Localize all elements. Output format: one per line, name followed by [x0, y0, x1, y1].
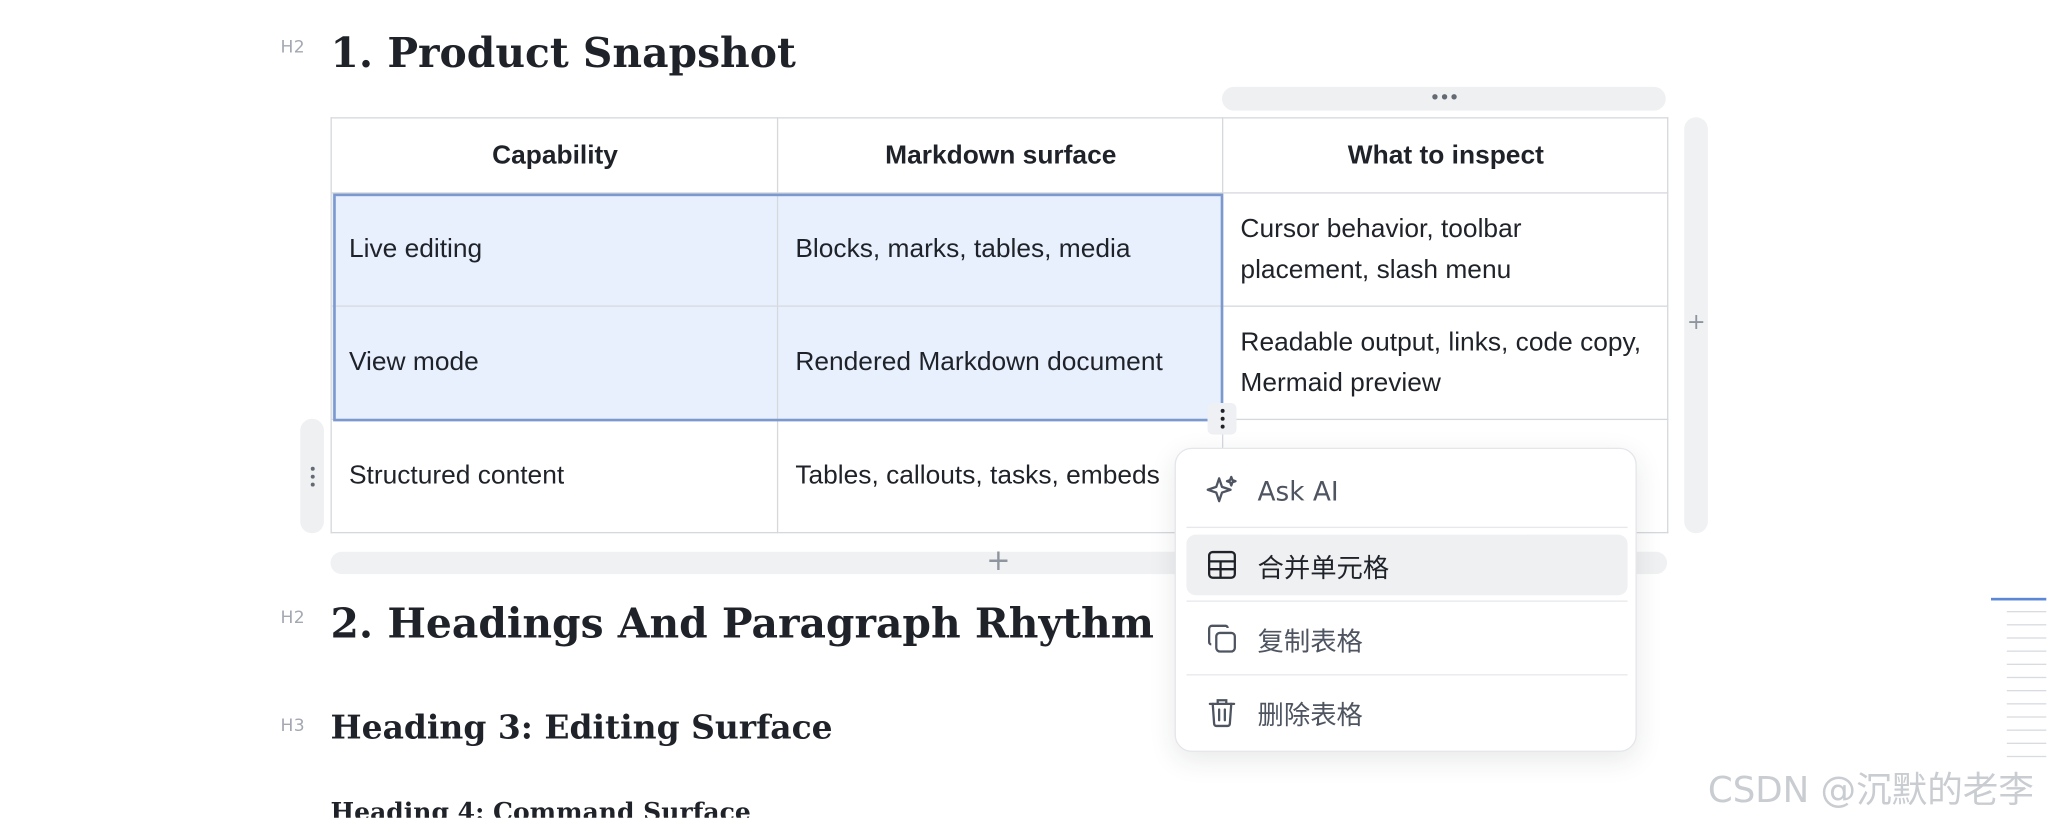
more-vertical-icon — [309, 466, 315, 486]
outline-item[interactable] — [2006, 676, 2047, 679]
table-header-cell[interactable]: Markdown surface — [776, 117, 1224, 194]
table-header-cell[interactable]: Capability — [330, 117, 779, 194]
document-canvas: H2 1. Product Snapshot ••• Capability Ma… — [0, 0, 2062, 818]
heading-paragraph-rhythm[interactable]: 2. Headings And Paragraph Rhythm — [331, 600, 1154, 647]
outline-item[interactable] — [2006, 729, 2047, 731]
menu-item-label: 删除表格 — [1257, 698, 1363, 731]
menu-divider — [1186, 526, 1628, 529]
copy-icon — [1208, 624, 1236, 653]
watermark: CSDN @沉默的老李 — [1707, 770, 2034, 812]
outline-item[interactable] — [2006, 703, 2047, 705]
menu-item-label: 复制表格 — [1257, 624, 1363, 657]
heading-level-marker: H2 — [280, 608, 306, 629]
table-cell-selected[interactable]: Live editing — [330, 192, 779, 307]
outline-item[interactable] — [2006, 690, 2047, 692]
outline-item[interactable] — [2006, 663, 2047, 665]
outline-item[interactable] — [2006, 624, 2047, 626]
column-drag-handle[interactable]: ••• — [1221, 86, 1666, 111]
table-grid-icon — [1208, 550, 1236, 579]
menu-item-label: Ask AI — [1257, 475, 1339, 507]
outline-minimap[interactable] — [1991, 597, 2047, 769]
table-context-menu: Ask AI 合并单元格 复制表格 删除表格 — [1174, 447, 1637, 752]
table-cell[interactable]: Tables, callouts, tasks, embeds — [776, 418, 1224, 534]
cell-menu-button[interactable] — [1207, 402, 1237, 435]
table-cell-selected[interactable]: Rendered Markdown document — [776, 305, 1224, 421]
menu-item-copy-table[interactable]: 复制表格 — [1186, 608, 1627, 669]
row-drag-handle[interactable] — [300, 418, 324, 534]
heading-level-marker: H3 — [280, 716, 306, 737]
table-row: View mode Rendered Markdown document Rea… — [330, 305, 1669, 421]
menu-divider — [1186, 600, 1628, 602]
heading-level-marker: H2 — [280, 38, 306, 58]
table-row: Live editing Blocks, marks, tables, medi… — [330, 192, 1669, 307]
plus-icon: + — [1686, 309, 1706, 336]
heading-editing-surface[interactable]: Heading 3: Editing Surface — [331, 708, 833, 746]
menu-item-ask-ai[interactable]: Ask AI — [1186, 461, 1627, 522]
menu-item-label: 合并单元格 — [1257, 551, 1390, 583]
menu-divider — [1186, 674, 1628, 676]
heading-command-surface[interactable]: Heading 4: Command Surface — [331, 798, 751, 818]
plus-icon: + — [986, 545, 1011, 579]
outline-item[interactable] — [2006, 650, 2047, 652]
table-cell[interactable]: Structured content — [330, 418, 779, 534]
heading-product-snapshot[interactable]: 1. Product Snapshot — [331, 30, 796, 77]
table-header-cell[interactable]: What to inspect — [1221, 117, 1669, 194]
table-cell-selected[interactable]: View mode — [330, 305, 779, 421]
table-cell-selected[interactable]: Blocks, marks, tables, media — [776, 192, 1224, 307]
table-cell[interactable]: Cursor behavior, toolbar placement, slas… — [1221, 192, 1669, 307]
sparkle-icon — [1206, 475, 1237, 503]
add-column-button[interactable]: + — [1684, 117, 1708, 534]
more-horizontal-icon: ••• — [1429, 88, 1460, 110]
more-vertical-icon — [1219, 408, 1224, 429]
table-cell[interactable]: Readable output, links, code copy, Merma… — [1221, 305, 1669, 421]
outline-item[interactable] — [2006, 610, 2047, 613]
trash-icon — [1208, 699, 1236, 728]
outline-item[interactable] — [2006, 716, 2047, 718]
outline-item[interactable] — [2006, 637, 2047, 639]
outline-active-item[interactable] — [1991, 597, 2047, 601]
menu-item-merge-cells[interactable]: 合并单元格 — [1186, 534, 1628, 596]
outline-item[interactable] — [2006, 742, 2047, 744]
menu-item-delete-table[interactable]: 删除表格 — [1186, 682, 1627, 743]
outline-item[interactable] — [2006, 755, 2047, 758]
table-header-row: Capability Markdown surface What to insp… — [330, 117, 1669, 194]
